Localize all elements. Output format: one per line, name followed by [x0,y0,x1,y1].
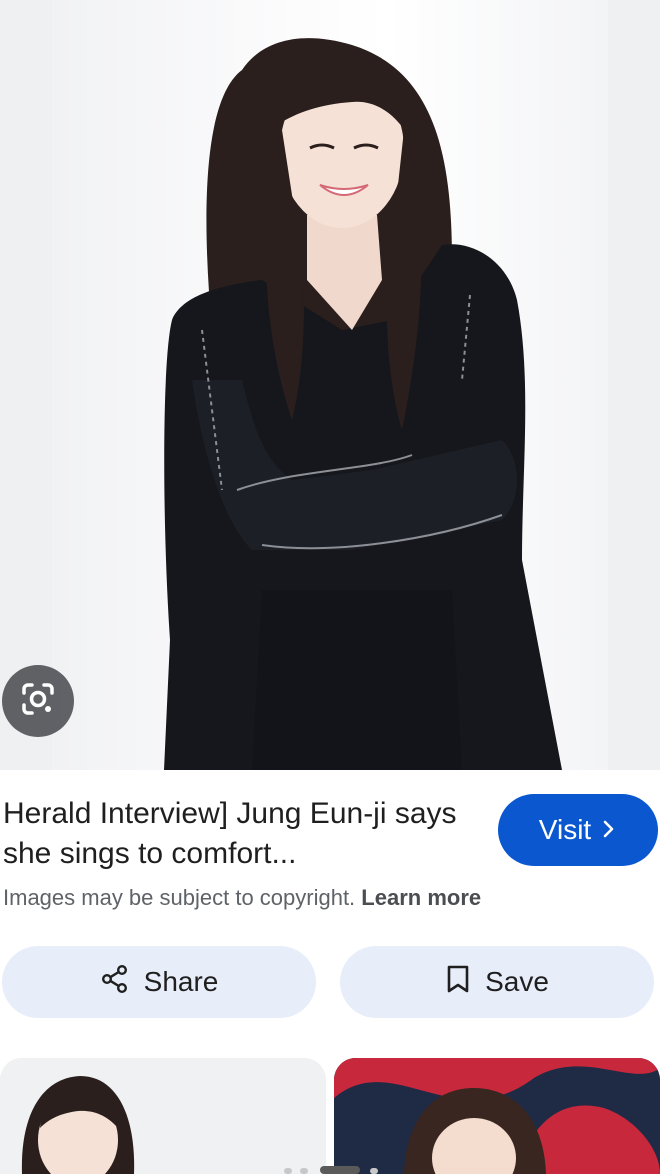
result-title[interactable]: Herald Interview] Jung Eun-ji says she s… [3,794,473,874]
visit-button[interactable]: Visit [498,794,658,866]
visit-button-label: Visit [538,814,592,845]
thumbnail-illustration [0,1058,326,1174]
thumbnail-illustration [334,1058,660,1174]
share-button-label: Share [143,966,219,997]
image-preview[interactable] [0,0,660,770]
image-viewer-page: Herald Interview] Jung Eun-ji says she s… [0,0,660,1174]
share-icon [100,964,130,1001]
copyright-notice: Images may be subject to copyright. Lear… [3,882,643,914]
scroll-dot [300,1168,308,1174]
scroll-dot [284,1168,292,1174]
scroll-indicator[interactable] [320,1166,360,1174]
save-button-label: Save [485,966,549,997]
google-lens-icon [18,679,58,724]
related-image-thumbnail[interactable] [334,1058,660,1174]
share-button[interactable]: Share [2,946,316,1018]
google-lens-button[interactable] [2,665,74,737]
save-button[interactable]: Save [340,946,654,1018]
copyright-text: Images may be subject to copyright. [3,885,356,910]
chevron-right-icon [601,814,617,846]
learn-more-link[interactable]: Learn more [361,885,481,910]
preview-photo[interactable] [52,0,608,770]
photo-illustration [164,38,562,770]
scroll-dot [370,1168,378,1174]
related-image-thumbnail[interactable] [0,1058,326,1174]
bookmark-icon [445,964,471,1001]
